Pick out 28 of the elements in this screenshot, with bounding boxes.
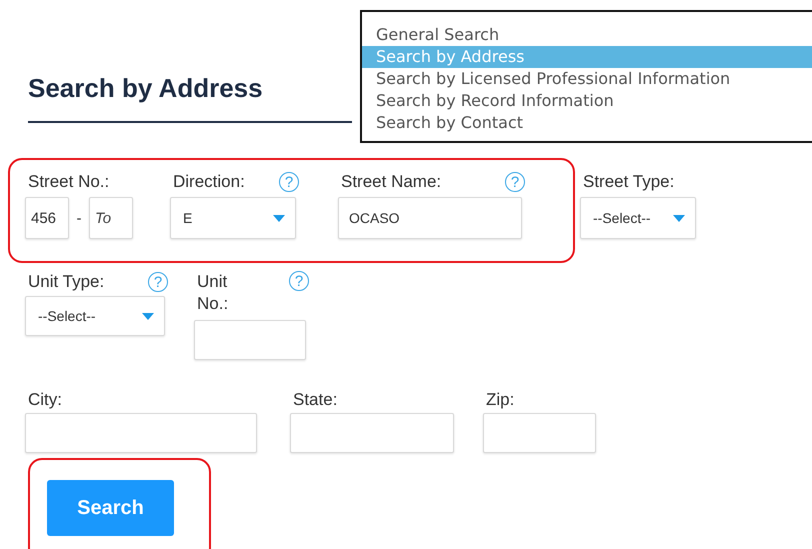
list-option[interactable]: General Search	[362, 24, 812, 46]
input-field[interactable]: OCASO	[338, 197, 522, 239]
dropdown[interactable]: E	[170, 197, 296, 239]
input-field[interactable]	[290, 413, 454, 453]
field-label: State:	[293, 389, 338, 411]
field-label: Unit Type:	[28, 271, 104, 293]
field-label: Direction:	[173, 171, 245, 193]
separator-text: -	[76, 210, 82, 226]
dropdown[interactable]: --Select--	[580, 197, 696, 239]
field-label: Unit No.:	[197, 271, 230, 315]
input-field[interactable]	[194, 320, 306, 360]
field-label: Street Name:	[341, 171, 442, 193]
input-field[interactable]: To	[89, 197, 133, 239]
field-label: Zip:	[486, 389, 514, 411]
dropdown[interactable]: --Select--	[25, 296, 165, 336]
page-heading: Search by Address	[28, 72, 263, 104]
input-field[interactable]	[25, 413, 257, 453]
list-option[interactable]: Search by Licensed Professional Information	[362, 68, 812, 90]
field-label: City:	[28, 389, 62, 411]
caret-icon	[142, 312, 154, 320]
input-field[interactable]	[483, 413, 596, 453]
list-option[interactable]: Search by Contact	[362, 112, 812, 134]
field-label: Street Type:	[583, 171, 674, 193]
caret-icon	[273, 214, 285, 222]
caret-icon	[673, 214, 685, 222]
field-label: Street No.:	[28, 171, 110, 193]
list-option[interactable]: Search by Record Information	[362, 90, 812, 112]
input-field[interactable]: 456	[25, 197, 69, 239]
